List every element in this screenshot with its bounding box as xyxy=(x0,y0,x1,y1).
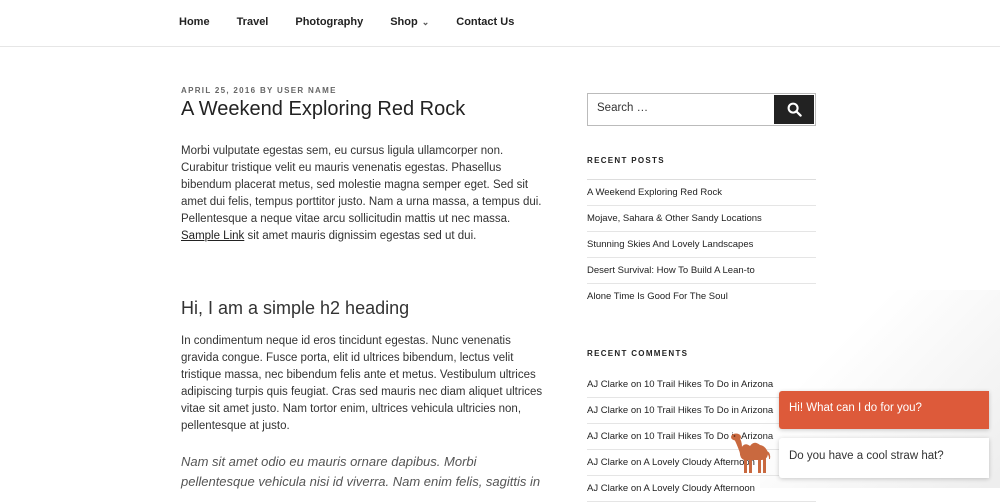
paragraph-1-text: Morbi vulputate egestas sem, eu cursus l… xyxy=(181,145,542,225)
camel-icon[interactable] xyxy=(726,426,776,476)
post-paragraph-2: In condimentum neque id eros tincidunt e… xyxy=(181,335,543,432)
chat-question-bubble[interactable]: Do you have a cool straw hat? xyxy=(779,438,989,478)
recent-comments-title: Recent Comments xyxy=(587,349,689,358)
recent-post-item[interactable]: Desert Survival: How To Build A Lean-to xyxy=(587,258,816,284)
search-button[interactable] xyxy=(774,95,814,124)
nav-item-contact-us[interactable]: Contact Us xyxy=(456,16,514,28)
article: April 25, 2016 by User Name A Weekend Ex… xyxy=(181,86,551,492)
sample-link[interactable]: Sample Link xyxy=(181,230,244,242)
main-menu: Home Travel Photography Shop ⌄ Contact U… xyxy=(179,16,541,28)
nav-item-travel[interactable]: Travel xyxy=(237,16,269,28)
search-icon xyxy=(787,102,802,117)
nav-item-photography[interactable]: Photography xyxy=(295,16,363,28)
search-input[interactable]: Search … xyxy=(597,102,648,114)
top-navigation: Home Travel Photography Shop ⌄ Contact U… xyxy=(0,0,1000,47)
recent-post-item[interactable]: Stunning Skies And Lovely Landscapes xyxy=(587,232,816,258)
recent-posts-title: Recent Posts xyxy=(587,156,665,165)
post-blockquote: Nam sit amet odio eu mauris ornare dapib… xyxy=(181,454,541,489)
chat-greeting-bubble[interactable]: Hi! What can I do for you? xyxy=(779,391,989,429)
nav-item-shop[interactable]: Shop ⌄ xyxy=(390,16,429,28)
chevron-down-icon: ⌄ xyxy=(421,16,430,27)
paragraph-1-tail: sit amet mauris dignissim egestas sed ut… xyxy=(247,230,477,242)
recent-comment-item[interactable]: AJ Clarke on A Lovely Cloudy Afternoon xyxy=(587,476,816,502)
post-h2-heading: Hi, I am a simple h2 heading xyxy=(181,298,410,318)
recent-post-item[interactable]: Alone Time Is Good For The Soul xyxy=(587,284,816,309)
recent-posts-list: A Weekend Exploring Red Rock Mojave, Sah… xyxy=(587,179,816,309)
post-meta: April 25, 2016 by User Name xyxy=(181,86,337,95)
recent-post-item[interactable]: Mojave, Sahara & Other Sandy Locations xyxy=(587,206,816,232)
recent-post-item[interactable]: A Weekend Exploring Red Rock xyxy=(587,180,816,206)
nav-item-home[interactable]: Home xyxy=(179,16,210,28)
post-paragraph-1: Morbi vulputate egestas sem, eu cursus l… xyxy=(181,143,551,245)
post-title[interactable]: A Weekend Exploring Red Rock xyxy=(181,97,551,121)
nav-item-shop-label: Shop xyxy=(390,16,418,28)
search-form: Search … xyxy=(587,93,816,126)
